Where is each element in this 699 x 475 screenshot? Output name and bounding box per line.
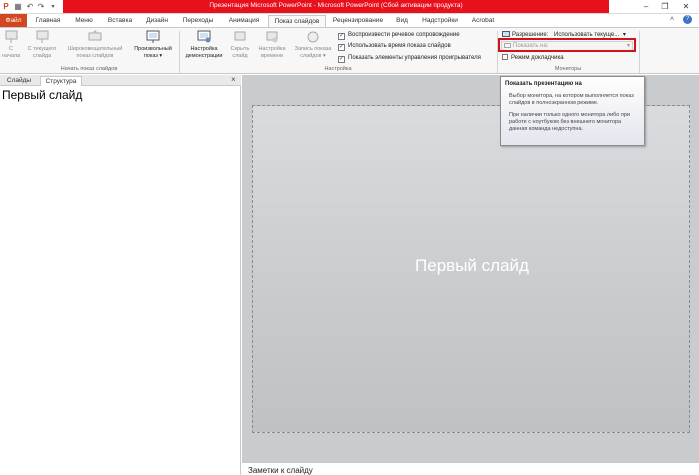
title-bar: P ▦ ↶ ↷ ▾ Презентация Microsoft PowerPoi… [0, 0, 699, 14]
tab-menu[interactable]: Меню [70, 15, 98, 27]
tab-animation[interactable]: Анимация [223, 15, 265, 27]
slide-title-placeholder[interactable]: Первый слайд [253, 256, 691, 276]
checkbox-checked-icon: ✓ [338, 56, 345, 63]
tooltip-text: Выбор монитора, на котором выполняется п… [509, 93, 634, 106]
notes-placeholder: Заметки к слайду [248, 466, 313, 475]
rehearse-timings-button[interactable]: Настройка времени [256, 30, 288, 59]
close-pane-icon[interactable]: × [231, 75, 236, 84]
custom-show-icon [146, 30, 160, 43]
tab-home[interactable]: Главная [33, 15, 63, 27]
setup-slide-show-label: Настройка демонстрации [185, 46, 223, 59]
resolution-control[interactable]: Разрешение: Использовать текуще... ▾ [502, 31, 626, 38]
record-icon [307, 31, 319, 43]
group-label-monitors: Мониторы [554, 66, 582, 72]
undo-icon[interactable]: ↶ [25, 2, 35, 12]
setup-show-icon [197, 30, 211, 43]
broadcast-icon [88, 30, 102, 41]
chk-play-narrations[interactable]: ✓ Воспроизвести речевое сопровождение [338, 31, 460, 40]
group-label-start: Начать показ слайдов [60, 66, 118, 72]
tab-acrobat[interactable]: Acrobat [468, 15, 498, 27]
tab-transitions[interactable]: Переходы [178, 15, 218, 27]
from-current-button[interactable]: С текущего слайда [24, 30, 60, 59]
chk-show-media-controls[interactable]: ✓ Показать элементы управления проигрыват… [338, 54, 481, 63]
group-separator [639, 31, 640, 73]
close-icon[interactable]: ✕ [678, 1, 694, 12]
checkbox-checked-icon: ✓ [338, 44, 345, 51]
hide-slide-icon [234, 31, 246, 41]
help-icon[interactable]: ? [683, 15, 692, 24]
show-on-highlight-box [498, 38, 636, 52]
tab-view[interactable]: Вид [391, 15, 413, 27]
tab-slides[interactable]: Слайды [3, 76, 35, 86]
chk-timings-label: Использовать время показа слайдов [348, 43, 451, 49]
custom-show-label: Произвольный показ ▾ [134, 46, 172, 59]
tab-file[interactable]: Файл [0, 14, 27, 27]
checkbox-checked-icon: ✓ [338, 33, 345, 40]
outline-slide-title[interactable]: Первый слайд [2, 88, 82, 102]
chk-use-timings[interactable]: ✓ Использовать время показа слайдов [338, 42, 451, 51]
hide-slide-button[interactable]: Скрыть слайд [228, 30, 252, 59]
projector-icon [36, 30, 49, 43]
from-beginning-button[interactable]: С начала [2, 30, 20, 59]
chk-presenter-view[interactable]: Режим докладчика [502, 54, 564, 62]
custom-show-button[interactable]: Произвольный показ ▾ [128, 30, 178, 59]
tab-addins[interactable]: Надстройки [418, 15, 462, 27]
tab-review[interactable]: Рецензирование [330, 15, 386, 27]
ribbon-tabs: Файл Главная Меню Вставка Дизайн Переход… [0, 14, 699, 27]
rehearse-timings-label: Настройка времени [258, 46, 286, 59]
hide-slide-label: Скрыть слайд [230, 46, 250, 59]
powerpoint-logo-icon[interactable]: P [1, 2, 11, 12]
monitor-icon [502, 31, 510, 37]
tooltip-title: Показать презентацию на [505, 81, 582, 87]
redo-icon[interactable]: ↷ [36, 2, 46, 12]
from-current-label: С текущего слайда [27, 46, 57, 59]
save-icon[interactable]: ▦ [13, 2, 23, 12]
tooltip-show-on: Показать презентацию на Выбор монитора, … [500, 76, 645, 146]
minimize-icon[interactable]: – [638, 1, 654, 12]
from-beginning-label: С начала [2, 46, 21, 59]
tab-slide-show[interactable]: Показ слайдов [268, 15, 326, 27]
rehearse-icon [266, 31, 278, 43]
record-show-button[interactable]: Запись показа слайдов ▾ [290, 30, 336, 59]
collapse-ribbon-icon[interactable]: ˄ [670, 16, 674, 23]
chk-narration-label: Воспроизвести речевое сопровождение [348, 32, 460, 38]
left-pane-tabs: Слайды Структура × [0, 75, 241, 86]
projector-icon [5, 30, 18, 43]
broadcast-label: Широковещательный показ слайдов [67, 46, 123, 59]
customize-icon[interactable]: ▾ [48, 2, 58, 12]
tooltip-text: При наличии только одного монитора либо … [509, 112, 631, 132]
presenter-view-label: Режим докладчика [511, 55, 564, 61]
notes-pane[interactable]: Заметки к слайду [242, 462, 699, 475]
group-label-setup: Настройка [324, 66, 352, 72]
restore-icon[interactable]: ❐ [657, 1, 673, 12]
tab-insert[interactable]: Вставка [104, 15, 136, 27]
left-pane: Слайды Структура × Первый слайд [0, 75, 241, 475]
tab-design[interactable]: Дизайн [142, 15, 172, 27]
record-show-label: Запись показа слайдов ▾ [294, 46, 332, 59]
slide-canvas[interactable]: Первый слайд [252, 105, 690, 433]
broadcast-button[interactable]: Широковещательный показ слайдов [62, 30, 128, 59]
setup-slide-show-button[interactable]: Настройка демонстрации [182, 30, 226, 59]
checkbox-unchecked-icon [502, 54, 508, 60]
window-title: Презентация Microsoft PowerPoint - Micro… [209, 2, 463, 9]
tab-outline[interactable]: Структура [40, 76, 82, 86]
chk-controls-label: Показать элементы управления проигрывате… [348, 55, 481, 61]
